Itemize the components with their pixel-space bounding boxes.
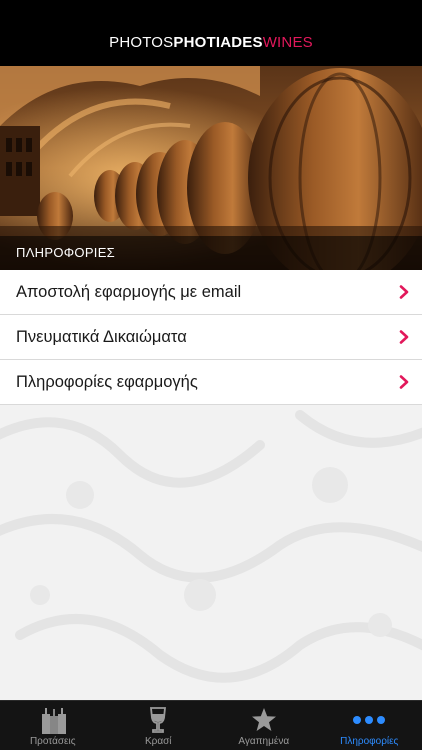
menu-item-app-info[interactable]: Πληροφορίες εφαρμογής <box>0 360 422 405</box>
tab-label: Προτάσεις <box>29 736 76 747</box>
bottles-icon <box>38 705 68 735</box>
app-header: PHOTOSPHOTIADESWINES <box>0 0 422 66</box>
brand-logo-part3: WINES <box>262 34 313 51</box>
chevron-right-icon <box>399 330 409 344</box>
menu-item-label: Πληροφορίες εφαρμογής <box>16 372 198 391</box>
chevron-right-icon <box>399 285 409 299</box>
tab-favorites[interactable]: Αγαπημένα <box>211 701 317 750</box>
brand-logo: PHOTOSPHOTIADESWINES <box>109 34 313 52</box>
chevron-right-icon <box>399 375 409 389</box>
more-dots-icon <box>352 705 386 735</box>
star-icon <box>251 705 277 735</box>
tab-wine[interactable]: Κρασί <box>106 701 212 750</box>
hero-caption: ΠΛΗΡΟΦΟΡΙΕΣ <box>0 236 422 270</box>
brand-logo-part2: PHOTIADES <box>173 34 263 51</box>
info-menu-list: Αποστολή εφαρμογής με email Πνευματικά Δ… <box>0 270 422 405</box>
bottom-tab-bar: Προτάσεις Κρασί Αγαπημένα Πληροφορίες <box>0 700 422 750</box>
tab-label: Αγαπημένα <box>238 736 290 747</box>
background-pattern <box>0 405 422 700</box>
tab-label: Κρασί <box>144 736 172 747</box>
menu-item-send-email[interactable]: Αποστολή εφαρμογής με email <box>0 270 422 315</box>
menu-item-label: Πνευματικά Δικαιώματα <box>16 327 187 346</box>
hero-banner: ΠΛΗΡΟΦΟΡΙΕΣ <box>0 66 422 270</box>
tab-suggestions[interactable]: Προτάσεις <box>0 701 106 750</box>
tab-info[interactable]: Πληροφορίες <box>317 701 422 750</box>
tab-label: Πληροφορίες <box>340 736 399 747</box>
wine-glass-icon <box>148 705 168 735</box>
menu-item-copyright[interactable]: Πνευματικά Δικαιώματα <box>0 315 422 360</box>
menu-item-label: Αποστολή εφαρμογής με email <box>16 282 242 301</box>
brand-logo-part1: PHOTOS <box>109 34 174 51</box>
